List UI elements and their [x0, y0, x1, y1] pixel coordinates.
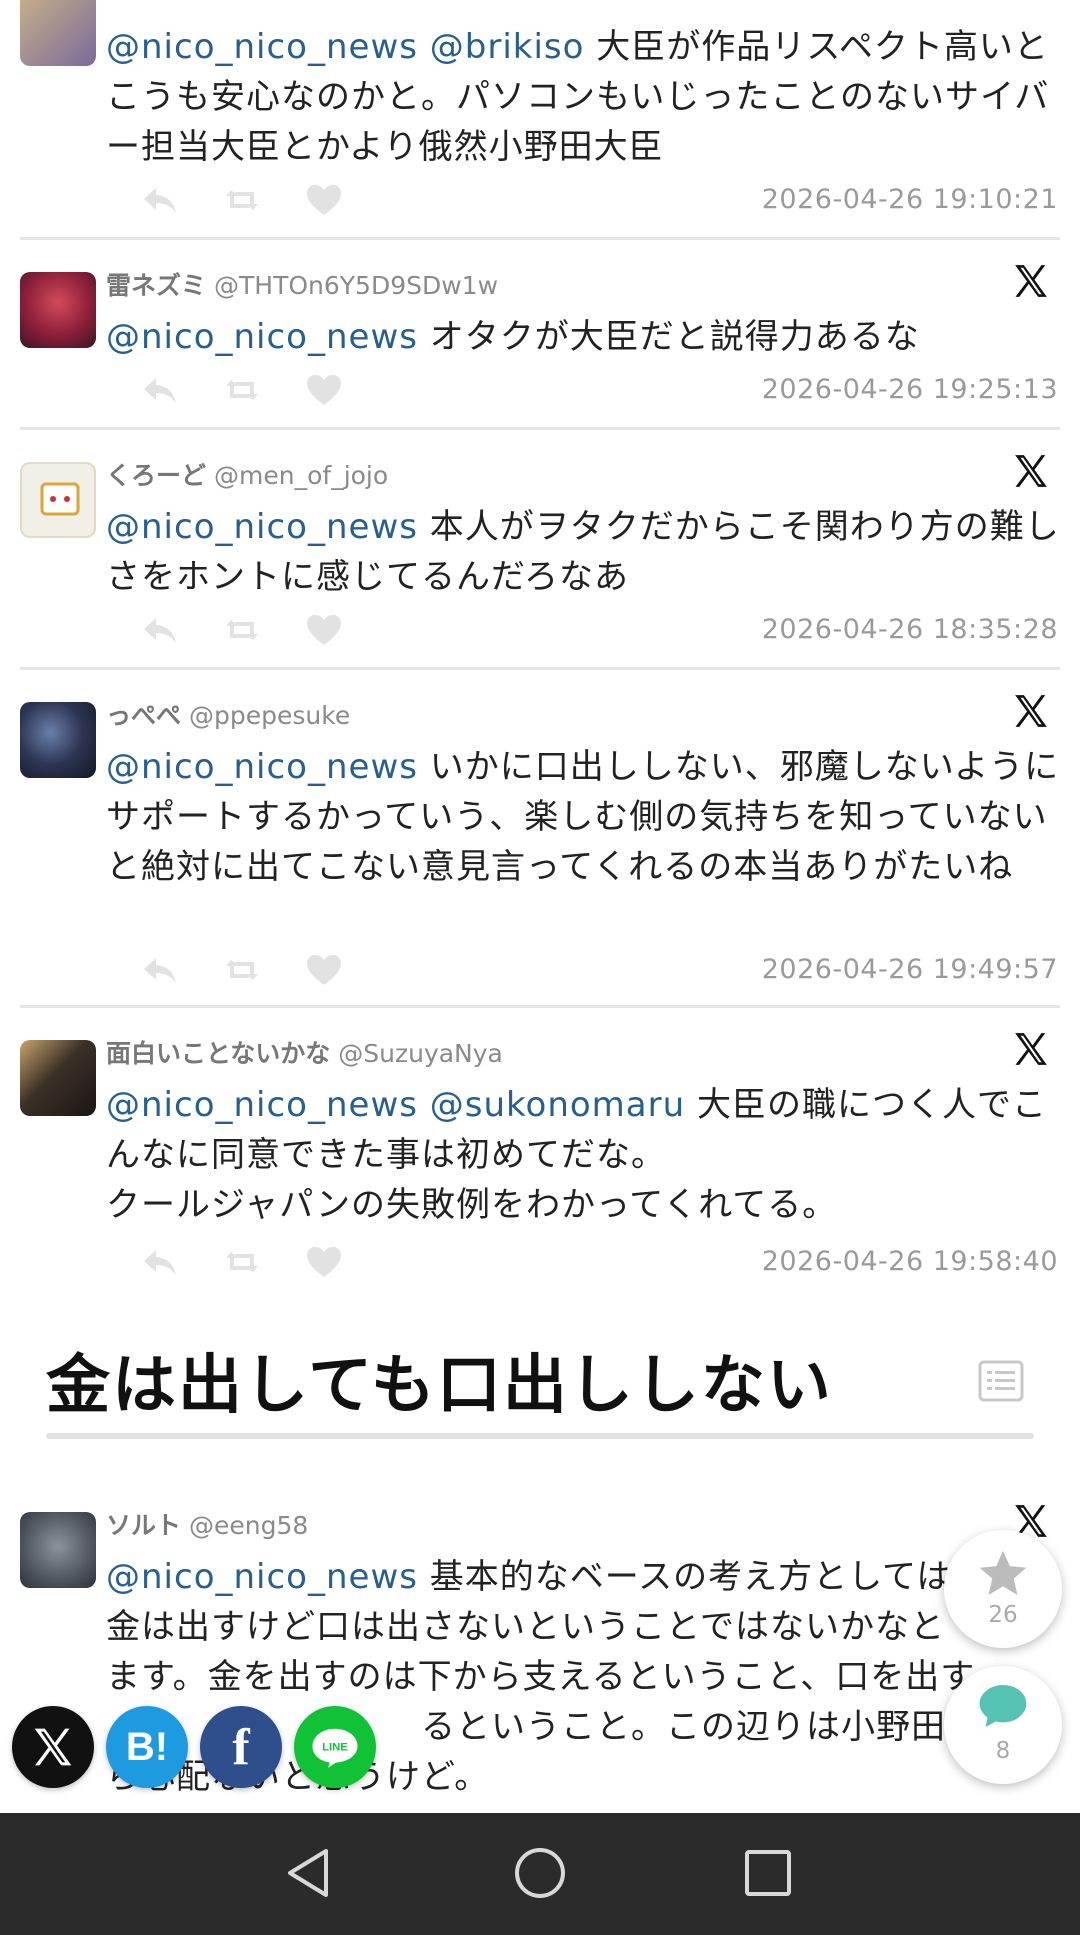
tweet-item: っぺぺ @ppepesuke @nico_nico_news いかに口出ししない、… — [20, 670, 1060, 1008]
author-name[interactable]: っぺぺ — [106, 701, 181, 730]
tweet-author: っぺぺ @ppepesuke — [106, 696, 350, 732]
avatar[interactable] — [20, 1512, 96, 1588]
favorite-count: 26 — [988, 1602, 1018, 1628]
tweet-author: くろーど @men_of_jojo — [106, 456, 388, 492]
avatar[interactable] — [20, 702, 96, 778]
like-icon[interactable] — [304, 1244, 344, 1280]
share-line-button[interactable]: LINE — [294, 1706, 376, 1788]
author-handle[interactable]: @THTOn6Y5D9SDw1w — [214, 271, 498, 300]
share-x-button[interactable] — [12, 1706, 94, 1788]
author-name[interactable]: くろーど — [106, 461, 206, 490]
back-icon[interactable] — [278, 1843, 338, 1903]
author-handle[interactable]: @eeng58 — [189, 1511, 308, 1540]
reply-icon[interactable] — [140, 372, 180, 408]
tweet-text: @nico_nico_news 本人がヲタクだからこそ関わり方の難しさをホントに… — [106, 502, 1066, 602]
tweet-text: @nico_nico_news いかに口出ししない、邪魔しないようにサポートする… — [106, 742, 1066, 892]
tweet-author: 雷ネズミ @THTOn6Y5D9SDw1w — [106, 266, 498, 302]
like-icon[interactable] — [304, 182, 344, 218]
tweet-timestamp: 2026-04-26 19:25:13 — [761, 374, 1058, 405]
author-name[interactable]: ソルト — [106, 1511, 181, 1540]
tweet-mentions[interactable]: @nico_nico_news @brikiso — [106, 27, 584, 67]
tweet-mentions[interactable]: @nico_nico_news — [106, 1557, 418, 1597]
like-icon[interactable] — [304, 372, 344, 408]
like-icon[interactable] — [304, 612, 344, 648]
tweet-item: 雷ネズミ @THTOn6Y5D9SDw1w @nico_nico_news オタク… — [20, 240, 1060, 430]
tweet-text-content: オタクが大臣だと説得力あるな — [417, 317, 920, 357]
line-label: LINE — [322, 1741, 348, 1753]
retweet-icon[interactable] — [222, 612, 262, 648]
line-icon: LINE — [312, 1728, 358, 1768]
x-logo-icon[interactable] — [1012, 452, 1050, 490]
author-name[interactable]: 面白いことないかな — [106, 1039, 330, 1068]
table-of-contents-icon[interactable] — [978, 1360, 1024, 1402]
reply-icon[interactable] — [140, 182, 180, 218]
system-navigation-bar — [0, 1813, 1080, 1935]
star-icon — [979, 1550, 1027, 1595]
avatar[interactable] — [20, 1040, 96, 1116]
avatar[interactable] — [20, 0, 96, 66]
like-icon[interactable] — [304, 952, 344, 988]
reply-icon[interactable] — [140, 1244, 180, 1280]
comment-count: 8 — [995, 1738, 1011, 1764]
tweet-text: @nico_nico_news @sukonomaru 大臣の職につく人でこんな… — [106, 1080, 1066, 1230]
comment-bubble-icon — [979, 1685, 1027, 1727]
home-icon[interactable] — [510, 1843, 570, 1903]
tweet-item: くろーど @men_of_jojo @nico_nico_news 本人がヲタクだ… — [20, 430, 1060, 670]
favorite-button[interactable]: 26 — [944, 1530, 1062, 1648]
avatar[interactable] — [20, 462, 96, 538]
tweet-author: 面白いことないかな @SuzuyaNya — [106, 1034, 503, 1070]
tweet-text: @nico_nico_news @brikiso 大臣が作品リスペクト高いとこう… — [106, 22, 1066, 172]
reply-icon[interactable] — [140, 612, 180, 648]
hatena-icon: B! — [125, 1724, 169, 1769]
x-logo-icon[interactable] — [1012, 1030, 1050, 1068]
tweet-timestamp: 2026-04-26 18:35:28 — [761, 614, 1058, 645]
retweet-icon[interactable] — [222, 952, 262, 988]
x-logo-icon[interactable] — [1012, 262, 1050, 300]
tweet-text: @nico_nico_news オタクが大臣だと説得力あるな — [106, 312, 1066, 362]
reply-icon[interactable] — [140, 952, 180, 988]
tweet-mentions[interactable]: @nico_nico_news — [106, 507, 418, 547]
tweet-author: ソルト @eeng58 — [106, 1506, 308, 1542]
tweet-actions — [140, 372, 344, 408]
tweet-item: @nico_nico_news @brikiso 大臣が作品リスペクト高いとこう… — [20, 0, 1060, 240]
x-logo-icon — [34, 1728, 72, 1766]
tweet-timestamp: 2026-04-26 19:58:40 — [761, 1246, 1058, 1277]
tweet-timestamp: 2026-04-26 19:49:57 — [761, 954, 1058, 985]
tweet-mentions[interactable]: @nico_nico_news — [106, 317, 418, 357]
avatar-image — [40, 482, 80, 516]
author-handle[interactable]: @men_of_jojo — [214, 461, 388, 490]
tweet-actions — [140, 952, 344, 988]
avatar[interactable] — [20, 272, 96, 348]
comment-button[interactable]: 8 — [944, 1666, 1062, 1784]
tweet-actions — [140, 612, 344, 648]
facebook-icon: f — [232, 1718, 250, 1776]
share-facebook-button[interactable]: f — [200, 1706, 282, 1788]
author-handle[interactable]: @SuzuyaNya — [338, 1039, 503, 1068]
retweet-icon[interactable] — [222, 372, 262, 408]
x-logo-icon[interactable] — [1012, 692, 1050, 730]
author-handle[interactable]: @ppepesuke — [189, 701, 350, 730]
tweet-actions — [140, 182, 344, 218]
retweet-icon[interactable] — [222, 182, 262, 218]
tweet-timestamp: 2026-04-26 19:10:21 — [761, 184, 1058, 215]
retweet-icon[interactable] — [222, 1244, 262, 1280]
tweet-mentions[interactable]: @nico_nico_news — [106, 747, 418, 787]
tweet-actions — [140, 1244, 344, 1280]
tweet-item: 面白いことないかな @SuzuyaNya @nico_nico_news @suk… — [20, 1008, 1060, 1298]
recents-icon[interactable] — [738, 1843, 798, 1903]
author-name[interactable]: 雷ネズミ — [106, 271, 206, 300]
section-divider — [46, 1433, 1034, 1439]
share-hatena-button[interactable]: B! — [106, 1706, 188, 1788]
tweet-mentions[interactable]: @nico_nico_news @sukonomaru — [106, 1085, 685, 1125]
section-title: 金は出しても口出ししない — [46, 1349, 833, 1423]
